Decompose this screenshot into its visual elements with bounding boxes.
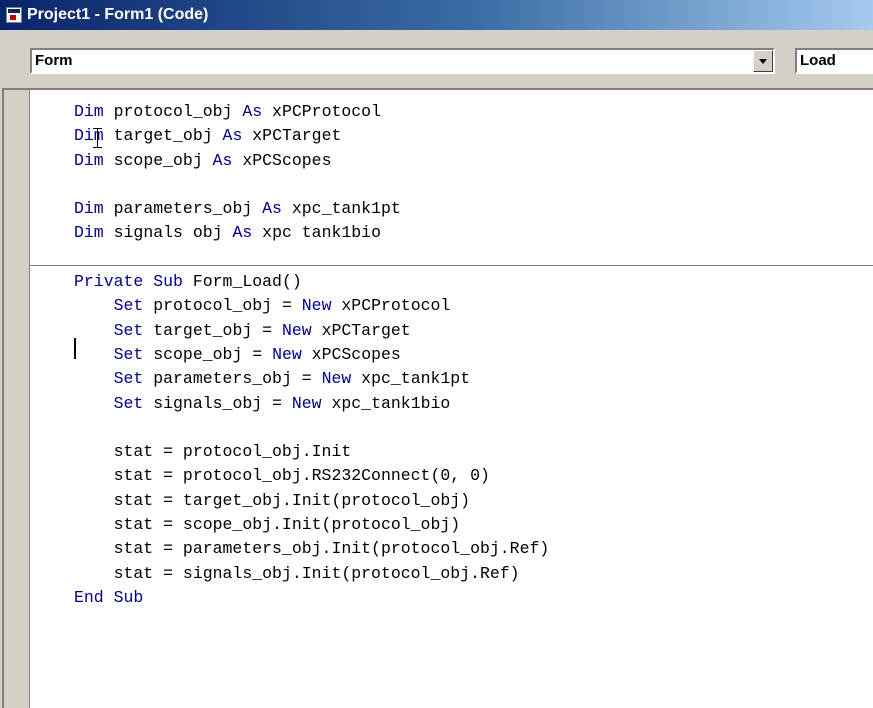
code-token: Form_Load() [182,272,302,292]
code-line[interactable]: Set target_obj = New xPCTarget [74,319,549,343]
keyword-token: New [321,369,352,389]
code-token: stat = target_obj.Init(protocol_obj) [74,490,471,510]
code-line[interactable]: Set signals_obj = New xpc_tank1bio [74,392,549,416]
code-token: stat = protocol_obj.Init [74,442,352,462]
keyword-token: New [301,296,332,316]
code-line[interactable]: Dim target_obj As xPCTarget [74,124,549,148]
vb-form-icon[interactable] [6,7,22,23]
code-line[interactable]: stat = signals_obj.Init(protocol_obj.Ref… [74,562,549,586]
object-dropdown-button[interactable] [753,50,773,72]
margin-indicator-bar[interactable] [4,90,30,708]
code-line[interactable]: Set parameters_obj = New xpc_tank1pt [74,367,549,391]
code-line[interactable] [74,246,549,270]
code-token: target_obj = [143,320,282,340]
keyword-token: As [212,150,233,170]
keyword-token: As [262,199,282,219]
keyword-token: Set [113,344,144,364]
code-token: xPCScopes [232,150,332,170]
code-line[interactable]: End Sub [74,586,549,610]
code-line[interactable]: Set scope_obj = New xPCScopes [74,343,549,367]
code-line[interactable] [74,173,549,197]
code-token: scope_obj [103,150,213,170]
keyword-token: Set [113,393,144,413]
procedure-dropdown[interactable]: Load [795,48,873,74]
code-token: parameters_obj [103,199,263,219]
keyword-token: New [272,344,302,364]
keyword-token: Dim [74,199,104,219]
code-token: xPCTarget [242,126,342,146]
keyword-token: Set [113,296,144,316]
code-line[interactable]: Private Sub Form_Load() [74,270,549,294]
code-line[interactable] [74,416,549,440]
code-editor[interactable]: Dim protocol_obj As xPCProtocol Dim targe… [2,88,873,708]
code-token: target_obj [103,126,223,146]
code-line[interactable]: stat = parameters_obj.Init(protocol_obj.… [74,537,550,561]
mouse-ibeam-cursor-top [93,128,102,129]
code-token: xPCProtocol [262,102,381,121]
code-token: xPCTarget [311,320,411,340]
keyword-token: Dim [74,150,104,170]
code-token: protocol_obj = [143,296,302,316]
window-title: Project1 - Form1 (Code) [27,6,209,23]
chevron-down-icon [759,59,767,64]
code-line[interactable]: stat = target_obj.Init(protocol_obj) [74,489,549,513]
code-line[interactable]: Set protocol_obj = New xPCProtocol [74,294,549,318]
keyword-token: As [222,126,243,146]
keyword-token: Dim [74,223,104,243]
code-line[interactable]: stat = protocol_obj.RS232Connect(0, 0) [74,464,549,488]
keyword-token: Set [113,320,144,340]
code-window-toolbar: Form Load [0,30,873,88]
code-token: stat = parameters_obj.Init(protocol_obj.… [74,539,550,559]
code-line[interactable]: stat = protocol_obj.Init [74,440,549,464]
code-token: xPCScopes [301,344,401,364]
code-token: stat = scope_obj.Init(protocol_obj) [74,515,461,535]
code-token: stat = signals_obj.Init(protocol_obj.Ref… [74,563,520,583]
code-token: signals obj [103,223,233,243]
code-line[interactable]: Dim protocol_obj As xPCProtocol [74,100,549,124]
code-token: stat = protocol_obj.RS232Connect(0, 0) [74,466,490,486]
code-token: protocol_obj [103,102,243,121]
code-line[interactable]: Dim scope_obj As xPCScopes [74,149,549,173]
keyword-token: End [74,587,104,607]
code-token: xpc_tank1pt [281,199,401,219]
procedure-dropdown-value: Load [800,52,836,69]
keyword-token: Dim [74,102,104,121]
code-token: xpc_tank1bio [321,393,451,413]
keyword-token: Set [113,369,144,389]
keyword-token: New [281,320,312,340]
keyword-token: As [232,223,253,243]
code-line[interactable]: stat = scope_obj.Init(protocol_obj) [74,513,549,537]
code-text[interactable]: Dim protocol_obj As xPCProtocol Dim targe… [74,100,549,610]
code-token: xpc_tank1pt [351,369,471,389]
keyword-token: New [291,393,322,413]
code-token: xpc tank1bio [252,223,381,243]
title-bar[interactable]: Project1 - Form1 (Code) [0,0,873,30]
keyword-token: Sub [113,587,144,607]
keyword-token: Sub [153,272,183,292]
code-token: xPCProtocol [331,296,451,316]
code-token: scope_obj = [143,344,273,364]
keyword-token: Private [74,272,144,292]
object-dropdown-value: Form [35,52,73,69]
mouse-ibeam-cursor-bottom [93,147,102,148]
code-line[interactable]: Dim parameters_obj As xpc_tank1pt [74,197,549,221]
code-token: parameters_obj = [143,369,322,389]
object-dropdown[interactable]: Form [30,48,775,74]
keyword-token: Dim [74,126,104,146]
keyword-token: As [242,102,263,121]
mouse-ibeam-cursor [97,128,98,148]
text-caret [74,338,76,359]
code-token: signals_obj = [143,393,292,413]
code-line[interactable]: Dim signals obj As xpc tank1bio [74,221,549,245]
